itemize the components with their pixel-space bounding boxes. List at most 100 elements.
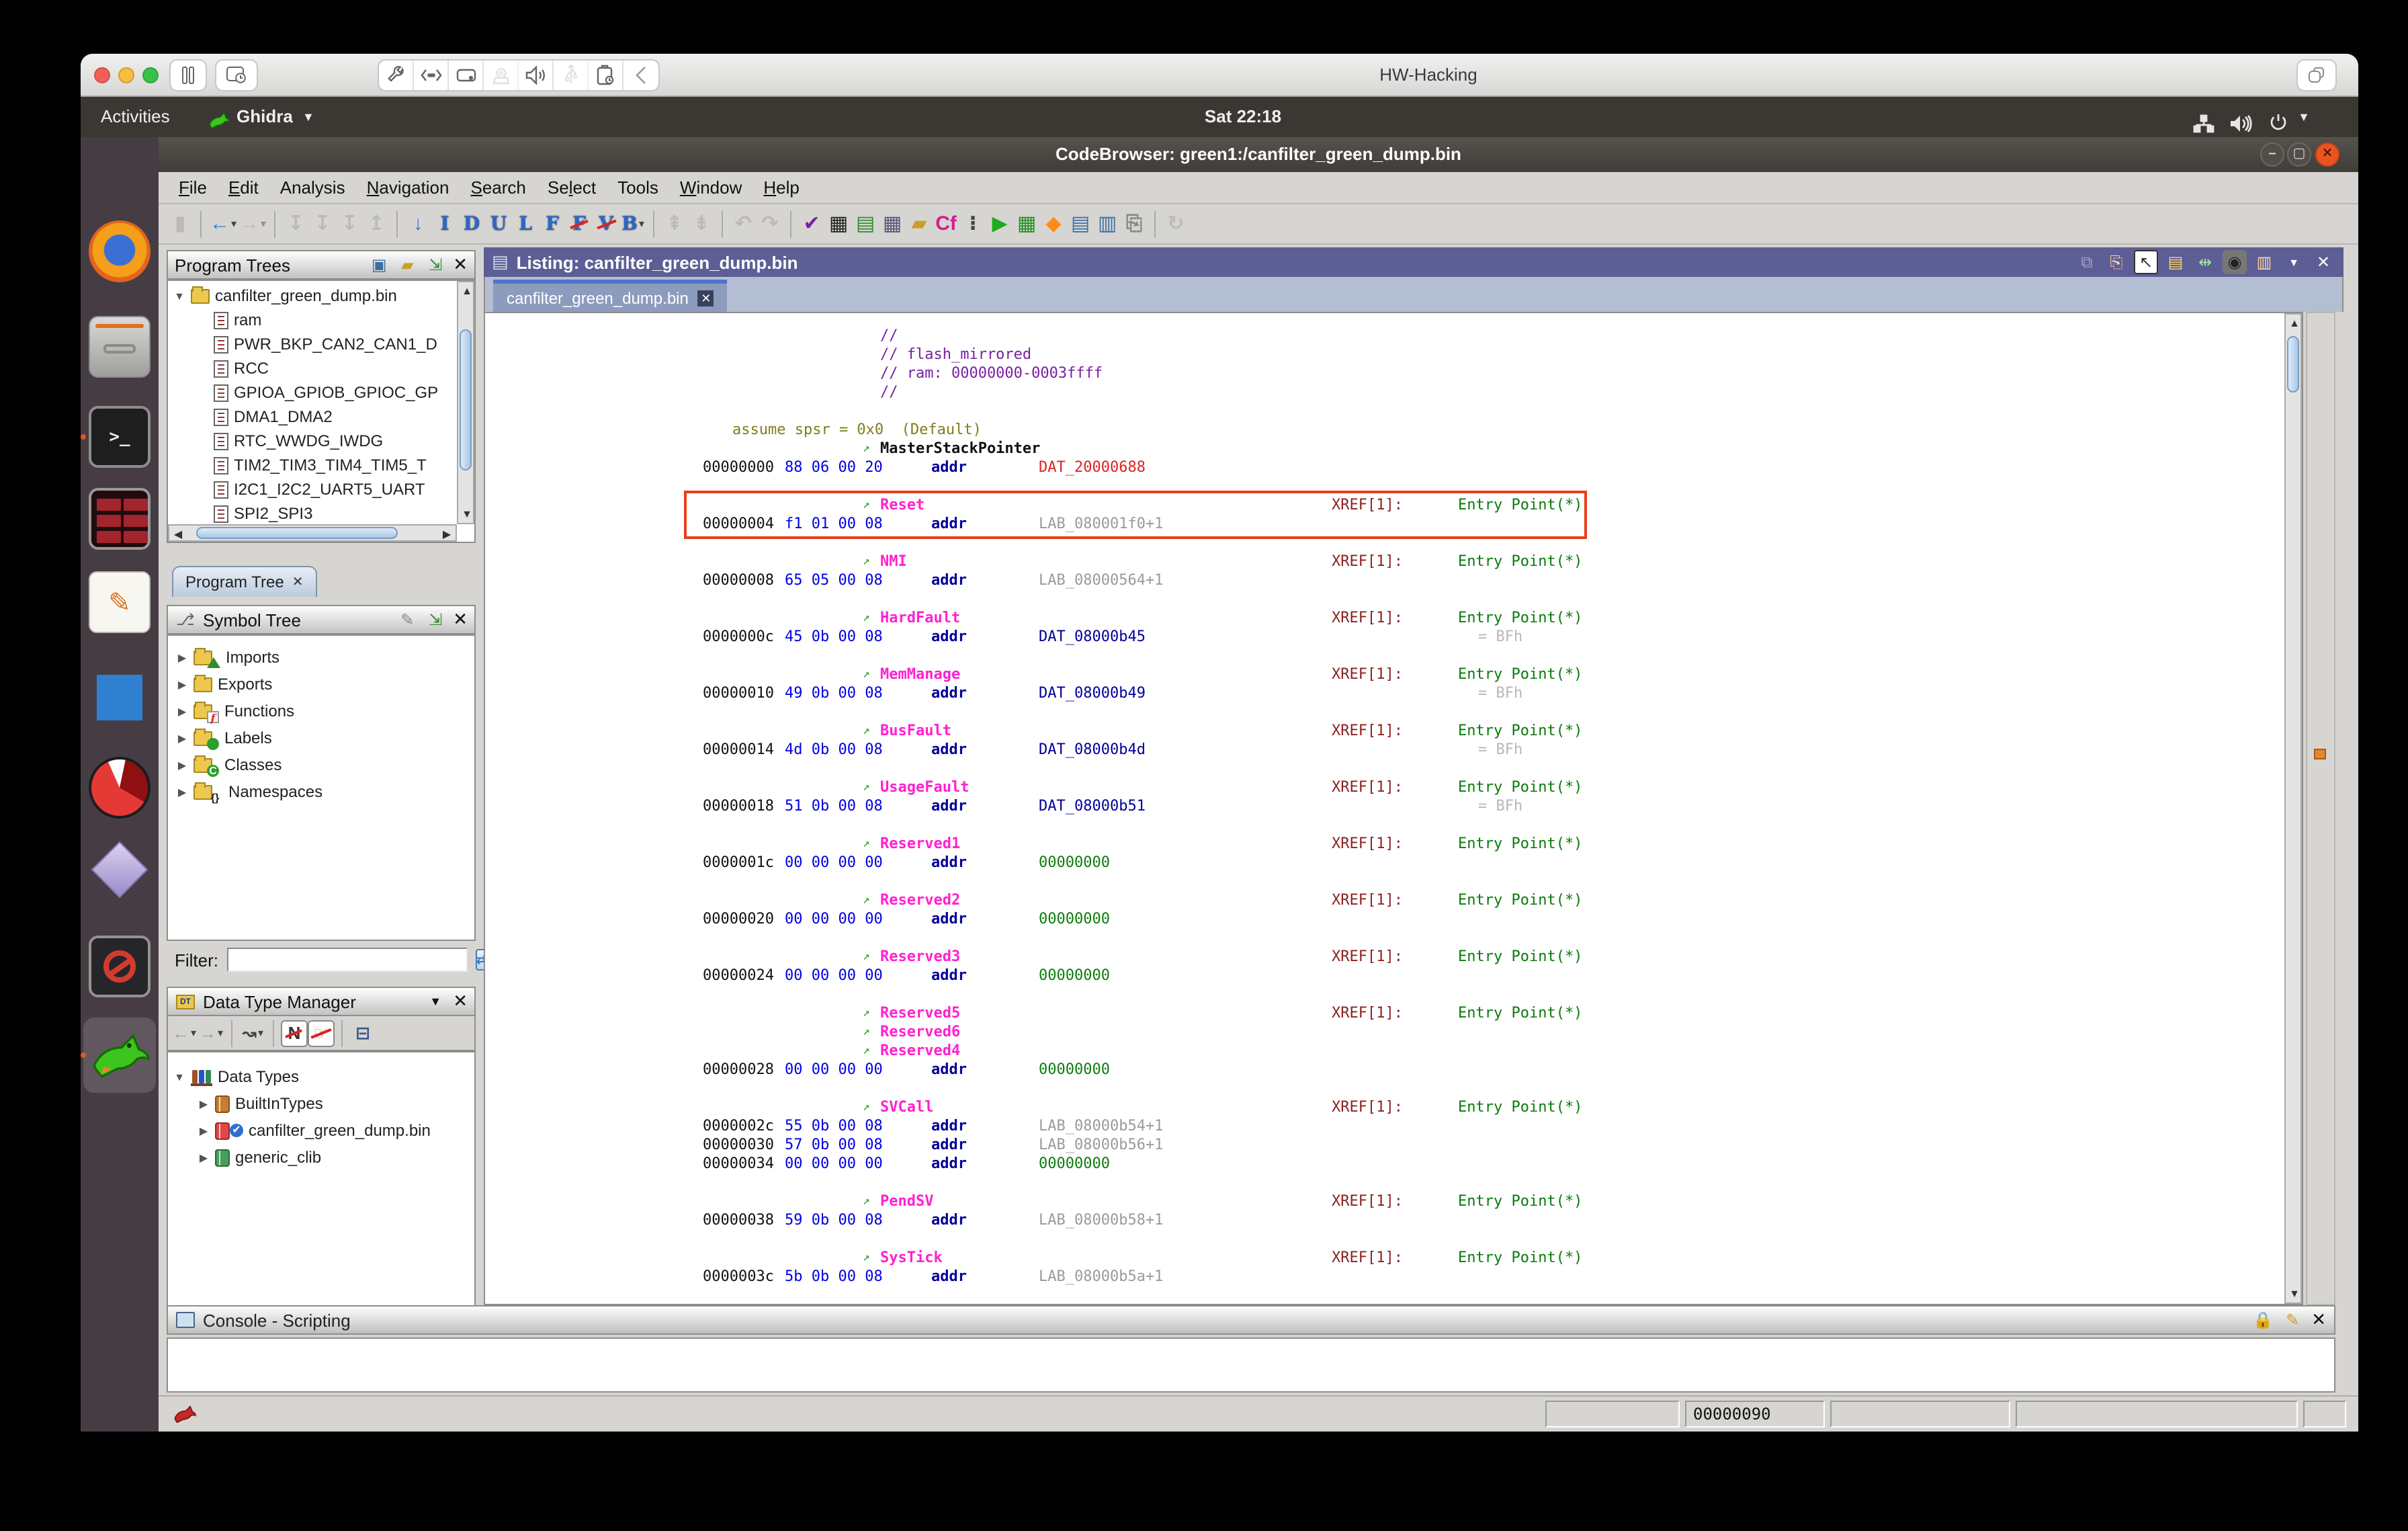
vm-fullscreen-button[interactable]	[2296, 59, 2337, 91]
function-id-button[interactable]: Cf	[933, 208, 959, 240]
vm-camera-icon[interactable]	[484, 60, 519, 90]
focused-app-menu[interactable]: Ghidra	[236, 97, 293, 137]
dock-item-terminal[interactable]: >_	[89, 406, 150, 468]
window-minimize-button[interactable]: –	[2260, 142, 2284, 167]
nav-label-button[interactable]: L	[512, 208, 539, 240]
listing-close-icon[interactable]: ✕	[2311, 250, 2335, 274]
dtm-row-generic_clib[interactable]: ▶ generic_clib	[168, 1144, 474, 1171]
symbol-tree-close-icon[interactable]: ✕	[453, 609, 468, 630]
system-menu-caret-icon[interactable]: ▼	[2298, 97, 2310, 137]
clear-console-icon[interactable]: ✎	[2282, 1309, 2303, 1331]
nav-next-undefined-button[interactable]: ↧	[336, 208, 363, 240]
vm-disk-icon[interactable]	[449, 60, 484, 90]
scroll-up-icon[interactable]: ▲	[2286, 315, 2303, 332]
listing-row[interactable]: ↗ PendSV XREF[1]: Entry Point(*)	[488, 1192, 2280, 1211]
nav-data-button[interactable]: D	[458, 208, 485, 240]
expander-icon[interactable]: ▶	[176, 732, 188, 744]
scroll-right-icon[interactable]: ▶	[438, 526, 456, 542]
tree-row[interactable]: RCC	[168, 356, 474, 380]
menu-help[interactable]: Help	[754, 175, 809, 200]
program-tree-tab[interactable]: Program Tree ✕	[172, 566, 317, 597]
dropdown-caret-icon[interactable]: ▾	[191, 1027, 196, 1039]
listing-row[interactable]: ↗ SysTick XREF[1]: Entry Point(*)	[488, 1249, 2280, 1268]
decompile-button[interactable]: ◆	[1040, 208, 1067, 240]
activities-button[interactable]: Activities	[101, 97, 170, 137]
dtm-back-button[interactable]: ← ▾	[171, 1017, 198, 1049]
listing-row[interactable]: ↗ HardFault XREF[1]: Entry Point(*)	[488, 609, 2280, 628]
refresh-button[interactable]: ↻	[1162, 208, 1189, 240]
bookmarks-button[interactable]: ▦	[879, 208, 906, 240]
listing-row[interactable]: ↗ Reserved4	[488, 1042, 2280, 1061]
listing-row[interactable]: 00000008 65 05 00 08 addr LAB_08000564+1	[488, 571, 2280, 590]
listing-row[interactable]: 00000028 00 00 00 00 addr 00000000	[488, 1061, 2280, 1079]
console-close-icon[interactable]: ✕	[2311, 1309, 2326, 1331]
listing-row[interactable]: ↗ Reserved6	[488, 1023, 2280, 1042]
memory-map-button[interactable]: ▦	[1013, 208, 1040, 240]
listing-row[interactable]: ↗ BusFault XREF[1]: Entry Point(*)	[488, 722, 2280, 741]
side-by-side-button[interactable]: ▥	[1094, 208, 1121, 240]
dropdown-caret-icon[interactable]: ▾	[258, 1027, 263, 1039]
window-close-button[interactable]: ✕	[2315, 142, 2339, 167]
expander-icon[interactable]: ▶	[176, 705, 188, 717]
console-output[interactable]	[167, 1337, 2335, 1393]
dtm-forward-button[interactable]: → ▾	[198, 1017, 224, 1049]
listing-row[interactable]: // flash_mirrored	[488, 345, 2280, 364]
run-script-button[interactable]: ▶	[986, 208, 1013, 240]
dropdown-caret-icon[interactable]: ▾	[231, 218, 236, 230]
nav-undefined-button[interactable]: U	[485, 208, 512, 240]
expander-icon[interactable]: ▶	[176, 651, 188, 663]
listing-row[interactable]: 00000038 59 0b 00 08 addr LAB_08000b58+1	[488, 1211, 2280, 1230]
listing-row[interactable]: 00000034 00 00 00 00 addr 00000000	[488, 1155, 2280, 1173]
menu-select[interactable]: Select	[538, 175, 605, 200]
paste-icon[interactable]: ⎘	[2104, 250, 2128, 274]
dock-item-text-editor[interactable]: ✎	[89, 571, 150, 633]
nav-next-label-button[interactable]: ↥	[363, 208, 390, 240]
expander-icon[interactable]: ▶	[176, 786, 188, 798]
dock-item-blocked-app[interactable]	[89, 936, 150, 997]
listing-row[interactable]: 0000002c 55 0b 00 08 addr LAB_08000b54+1	[488, 1117, 2280, 1136]
dock-item-red-ball[interactable]	[89, 757, 150, 819]
function-graph-button[interactable]: ⁝	[959, 208, 986, 240]
program-trees-vscrollbar[interactable]: ▲ ▼	[457, 281, 474, 524]
listing-row[interactable]: ↗ Reserved1 XREF[1]: Entry Point(*)	[488, 835, 2280, 854]
dtm-collapse-all-button[interactable]: ⊟	[349, 1017, 376, 1049]
listing-row[interactable]: 00000018 51 0b 00 08 addr DAT_08000b51 = BFh	[488, 797, 2280, 816]
cursor-location-toggle-icon[interactable]: ↖	[2134, 250, 2158, 274]
vm-snapshots-button[interactable]	[215, 59, 258, 91]
dock-item-firefox[interactable]	[89, 220, 150, 282]
scroll-thumb[interactable]	[196, 527, 398, 539]
edit-symbol-icon[interactable]: ✎	[396, 609, 418, 630]
import-tree-icon[interactable]: ⇲	[425, 254, 446, 276]
symbol-tree-labels[interactable]: ▶ Labels	[168, 725, 474, 751]
listing-row[interactable]: ↗ NMI XREF[1]: Entry Point(*)	[488, 552, 2280, 571]
expander-icon[interactable]: ▼	[173, 290, 185, 302]
clock[interactable]: Sat 22:18	[1156, 97, 1330, 137]
dtm-row-BuiltInTypes[interactable]: ▶ BuiltInTypes	[168, 1090, 474, 1117]
dropdown-caret-icon[interactable]: ▾	[261, 218, 266, 230]
dock-item-file-cabinet[interactable]	[89, 316, 150, 378]
dtm-root-row[interactable]: ▼ Data Types	[168, 1063, 474, 1090]
listing-row[interactable]: 00000014 4d 0b 00 08 addr DAT_08000b4d = BFh	[488, 741, 2280, 759]
expander-icon[interactable]: ▶	[176, 678, 188, 690]
checksum-button[interactable]: ⎘	[1121, 208, 1148, 240]
dock-item-vscode[interactable]	[89, 667, 150, 729]
listing-row[interactable]: 00000000 88 06 00 20 addr DAT_20000688	[488, 458, 2280, 477]
vm-code-icon[interactable]	[414, 60, 449, 90]
symbol-tree-namespaces[interactable]: ▶ {} Namespaces	[168, 778, 474, 805]
listing-row[interactable]: ↗ Reserved3 XREF[1]: Entry Point(*)	[488, 948, 2280, 966]
diff-view-icon[interactable]: ⇹	[2193, 250, 2217, 274]
listing-vscrollbar[interactable]: ▲ ▼	[2284, 313, 2302, 1304]
scroll-left-icon[interactable]: ◀	[169, 526, 187, 542]
listing-format-icon[interactable]: ▥	[2252, 250, 2276, 274]
byte-viewer-button[interactable]: ▦	[825, 208, 852, 240]
scroll-thumb[interactable]	[2287, 336, 2299, 392]
listing-row[interactable]: 00000010 49 0b 00 08 addr DAT_08000b49 = BFh	[488, 684, 2280, 703]
direction-toggle-button[interactable]: ↓	[404, 208, 431, 240]
listing-row[interactable]: 00000024 00 00 00 00 addr 00000000	[488, 966, 2280, 985]
expander-icon[interactable]: ▶	[198, 1124, 210, 1136]
symbol-tree-exports[interactable]: ▶ Exports	[168, 671, 474, 698]
expander-icon[interactable]: ▼	[173, 1071, 185, 1083]
tab-close-icon[interactable]: ✕	[697, 290, 714, 306]
symbol-tree-functions[interactable]: ▶ f Functions	[168, 698, 474, 725]
validate-button[interactable]: ✔	[798, 208, 825, 240]
